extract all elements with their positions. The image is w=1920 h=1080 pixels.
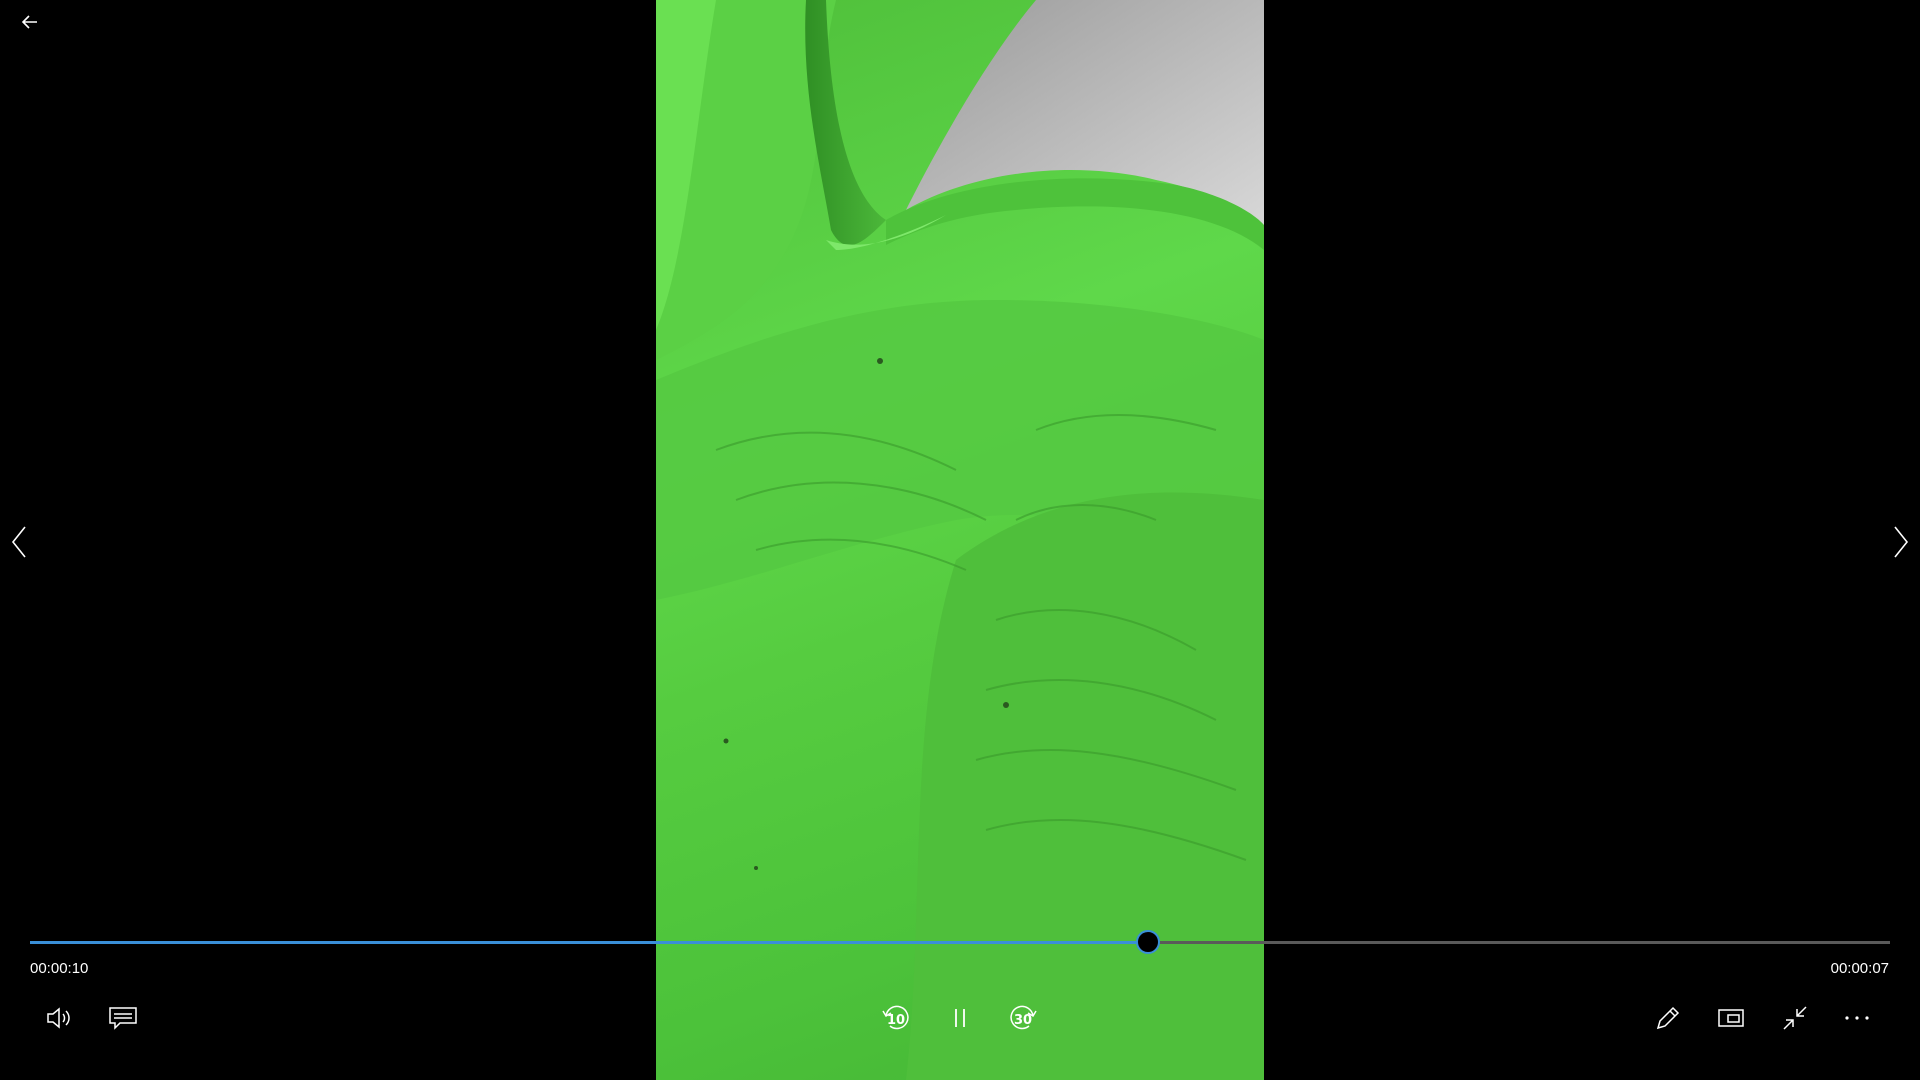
seek-progress — [30, 941, 1148, 944]
exit-fullscreen-button[interactable] — [1773, 996, 1817, 1040]
elapsed-time: 00:00:10 — [30, 960, 89, 977]
back-button[interactable] — [14, 6, 46, 38]
skip-forward-30-button[interactable]: 30 — [1001, 996, 1045, 1040]
arrow-left-icon — [21, 15, 37, 29]
mini-view-icon — [1718, 1009, 1744, 1027]
captions-button[interactable] — [101, 996, 145, 1040]
video-image — [656, 0, 1264, 1080]
remaining-time: 00:00:07 — [1830, 960, 1889, 977]
captions-icon — [109, 1007, 137, 1030]
seek-bar[interactable] — [30, 930, 1890, 954]
skip-forward-label: 30 — [1014, 1013, 1033, 1028]
skip-back-label: 10 — [887, 1013, 906, 1028]
video-player: 00:00:10 00:00:07 10 30 — [0, 0, 1920, 1080]
chevron-right-icon — [1894, 526, 1909, 558]
edit-button[interactable] — [1646, 996, 1690, 1040]
speaker-icon — [47, 1007, 70, 1029]
pause-button[interactable] — [938, 996, 982, 1040]
exit-fullscreen-icon — [1783, 1006, 1807, 1030]
more-button[interactable] — [1835, 996, 1879, 1040]
more-dots-icon — [1845, 1016, 1869, 1020]
skip-back-10-button[interactable]: 10 — [874, 996, 918, 1040]
volume-button[interactable] — [38, 996, 82, 1040]
video-frame[interactable] — [656, 0, 1264, 1080]
pencil-icon — [1656, 1006, 1680, 1030]
previous-button[interactable] — [4, 522, 34, 562]
chevron-left-icon — [11, 526, 26, 558]
mini-view-button[interactable] — [1709, 996, 1753, 1040]
seek-thumb[interactable] — [1135, 930, 1160, 954]
pause-icon — [955, 1009, 965, 1027]
next-button[interactable] — [1886, 522, 1916, 562]
